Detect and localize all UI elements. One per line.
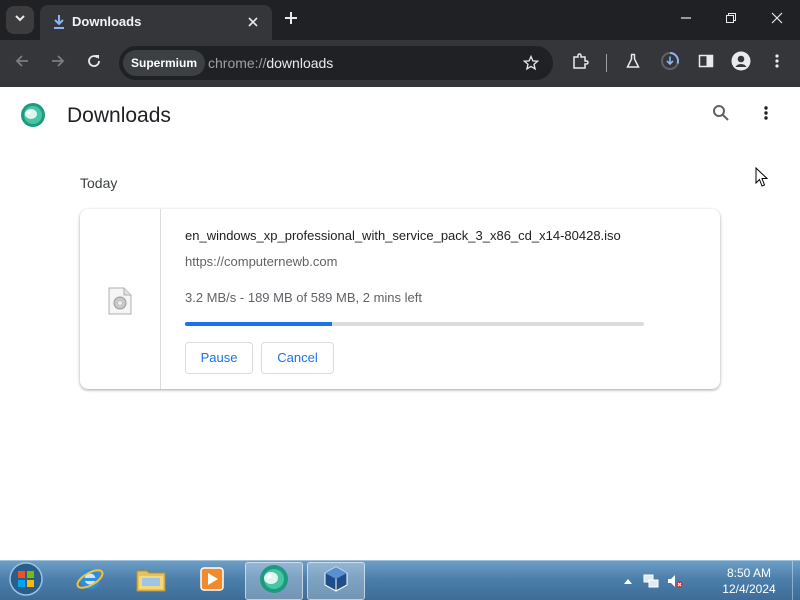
download-progress-bar [185,322,644,326]
download-status: 3.2 MB/s - 189 MB of 589 MB, 2 mins left [185,290,422,305]
download-icon [52,14,66,30]
url-path: downloads [266,55,334,71]
download-progress-icon [660,51,680,76]
search-icon [712,104,730,127]
volume-muted-icon[interactable] [667,573,683,589]
pause-button[interactable]: Pause [185,342,253,374]
cancel-button[interactable]: Cancel [261,342,334,374]
url-text[interactable]: chrome://downloads [208,55,333,71]
flask-icon [625,53,641,74]
bookmark-star-icon[interactable] [521,53,541,73]
downloads-menu-button[interactable] [756,104,776,126]
reload-button[interactable] [82,51,106,75]
browser-name-chip[interactable]: Supermium [123,50,206,76]
profile-button[interactable] [729,51,753,75]
clock-date: 12/4/2024 [722,582,776,596]
side-panel-button[interactable] [694,51,718,75]
reload-icon [86,53,102,74]
address-bar[interactable]: Supermium chrome://downloads [119,46,553,80]
mouse-cursor-icon [755,166,769,188]
network-icon[interactable] [643,573,659,589]
disc-image-file-icon [108,287,132,315]
download-icon-column [80,209,161,389]
side-panel-icon [698,53,714,74]
arrow-right-icon [50,53,66,74]
minimize-button[interactable] [672,8,700,32]
tab-search-button[interactable] [6,6,34,34]
taskbar-virtualbox[interactable] [307,562,365,600]
show-desktop-button[interactable] [792,561,800,600]
close-window-button[interactable] [763,8,791,32]
extensions-button[interactable] [568,51,592,75]
browser-menu-button[interactable] [765,51,789,75]
tray-expand-icon[interactable] [620,573,636,589]
chevron-down-icon [14,11,26,29]
clock-time: 8:50 AM [726,566,772,580]
system-clock[interactable]: 8:50 AM 12/4/2024 [712,565,786,597]
media-player-icon [198,565,226,598]
search-downloads-button[interactable] [710,104,732,126]
plus-icon [284,11,298,30]
tab-downloads[interactable]: Downloads [40,5,272,40]
downloads-header: Downloads [0,87,800,145]
taskbar-supermium[interactable] [245,562,303,600]
internet-explorer-icon [75,564,105,599]
taskbar-internet-explorer[interactable] [61,562,119,600]
toolbar-divider [606,54,607,72]
downloads-button[interactable] [658,51,682,75]
source-url-link[interactable]: https://computernewb.com [185,254,337,269]
tab-close-icon[interactable] [244,13,262,31]
tab-title: Downloads [72,14,142,29]
url-scheme: chrome:// [208,55,267,71]
new-tab-button[interactable] [281,10,301,30]
folder-icon [135,565,167,598]
taskbar-windows-explorer[interactable] [122,562,180,600]
back-button[interactable] [10,51,34,75]
restore-button[interactable] [717,8,745,32]
virtualbox-icon [321,564,351,599]
windows-taskbar: 8:50 AM 12/4/2024 [0,560,800,600]
page-title: Downloads [67,104,171,127]
windows-orb-icon [8,561,44,600]
date-group-label: Today [80,175,118,191]
more-vert-icon [763,105,769,126]
puzzle-icon [571,52,589,75]
supermium-logo-icon [20,102,46,128]
browser-tabstrip: Downloads [0,0,800,40]
minimize-icon [680,11,692,29]
avatar-icon [731,51,751,76]
labs-button[interactable] [621,51,645,75]
start-button[interactable] [6,561,46,600]
browser-toolbar: Supermium chrome://downloads [0,40,800,87]
more-vert-icon [774,53,780,74]
download-progress-fill [185,322,332,326]
restore-icon [725,11,737,29]
forward-button[interactable] [46,51,70,75]
download-item: en_windows_xp_professional_with_service_… [80,209,720,389]
close-icon [771,11,783,29]
supermium-app-icon [258,563,290,600]
arrow-left-icon [14,53,30,74]
file-name-link[interactable]: en_windows_xp_professional_with_service_… [185,228,621,243]
taskbar-media-player[interactable] [183,562,241,600]
